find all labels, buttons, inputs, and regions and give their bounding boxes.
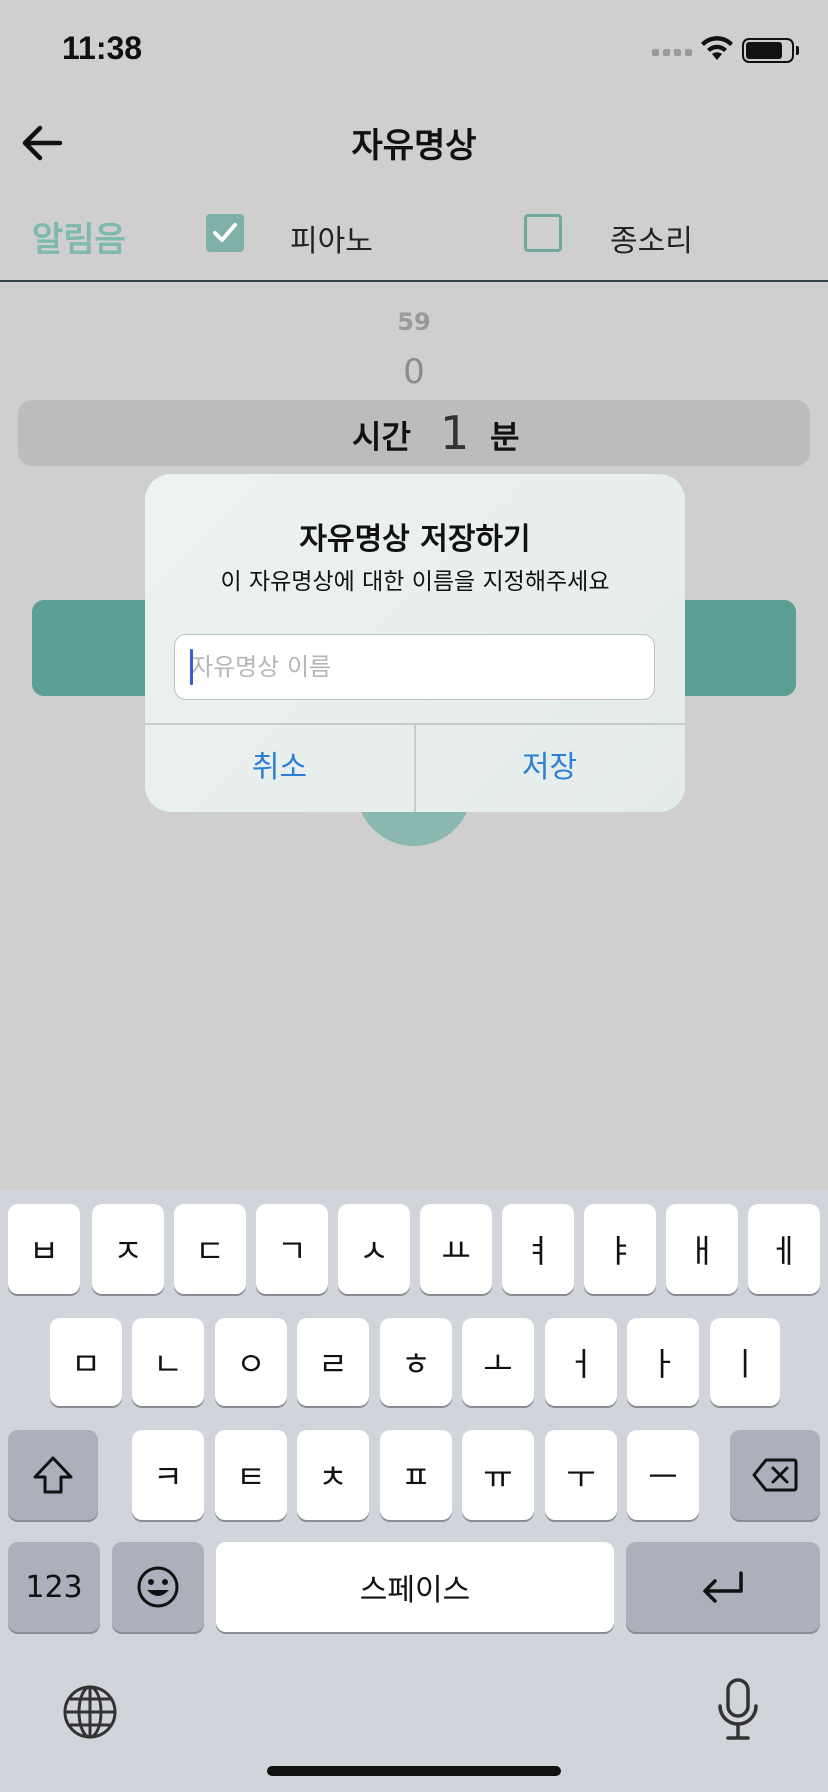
key[interactable]: ㅊ <box>297 1430 369 1520</box>
key[interactable]: ㅇ <box>215 1318 287 1406</box>
key[interactable]: ㅣ <box>710 1318 780 1406</box>
emoji-key[interactable] <box>112 1542 204 1632</box>
key[interactable]: ㅌ <box>215 1430 287 1520</box>
key[interactable]: ㅗ <box>462 1318 534 1406</box>
key[interactable]: ㅁ <box>50 1318 122 1406</box>
key[interactable]: ㅐ <box>666 1204 738 1294</box>
delete-key[interactable] <box>730 1430 820 1520</box>
delete-icon <box>752 1458 798 1492</box>
return-icon <box>703 1571 743 1603</box>
globe-icon[interactable] <box>62 1684 118 1744</box>
picker-hour-label: 시간 <box>352 418 411 456</box>
key[interactable]: ㅡ <box>627 1430 699 1520</box>
dialog-message: 이 자유명상에 대한 이름을 지정해주세요 <box>220 569 610 595</box>
piano-checkbox[interactable] <box>206 214 244 252</box>
key[interactable]: ㅑ <box>584 1204 656 1294</box>
microphone-icon[interactable] <box>716 1678 760 1746</box>
save-dialog: 자유명상 저장하기 이 자유명상에 대한 이름을 지정해주세요 취소 저장 <box>145 474 685 812</box>
dialog-title: 자유명상 저장하기 <box>299 522 531 557</box>
shift-icon <box>33 1456 73 1494</box>
emoji-icon <box>137 1566 179 1608</box>
key[interactable]: ㅠ <box>462 1430 534 1520</box>
piano-label: 피아노 <box>290 224 373 259</box>
picker-value-above-2: 59 <box>397 308 431 336</box>
save-button[interactable]: 저장 <box>415 724 684 812</box>
header-divider <box>0 280 828 282</box>
picker-selection-band[interactable] <box>18 400 810 466</box>
checkmark-icon <box>213 223 237 242</box>
text-cursor <box>190 649 193 685</box>
key[interactable]: ㄷ <box>174 1204 246 1294</box>
alarm-sound-label: 알림음 <box>32 220 126 260</box>
key[interactable]: ㅅ <box>338 1204 410 1294</box>
key[interactable]: ㅓ <box>545 1318 617 1406</box>
key[interactable]: ㅎ <box>380 1318 452 1406</box>
status-time: 11:38 <box>62 30 143 66</box>
page-title: 자유명상 <box>351 126 477 166</box>
shift-key[interactable] <box>8 1430 98 1520</box>
key[interactable]: ㄴ <box>132 1318 204 1406</box>
key[interactable]: ㅍ <box>380 1430 452 1520</box>
space-key[interactable]: 스페이스 <box>216 1542 614 1632</box>
return-key[interactable] <box>626 1542 820 1632</box>
cancel-button[interactable]: 취소 <box>145 724 414 812</box>
meditation-name-input[interactable] <box>174 634 655 700</box>
wifi-icon <box>700 36 734 66</box>
home-indicator <box>267 1766 561 1776</box>
bell-label: 종소리 <box>610 224 693 259</box>
picker-selected-value[interactable]: 1 <box>440 406 469 460</box>
numbers-key[interactable]: 123 <box>8 1542 100 1632</box>
battery-icon <box>742 38 794 63</box>
key[interactable]: ㅂ <box>8 1204 80 1294</box>
cellular-signal-icon <box>652 49 692 57</box>
key[interactable]: ㅛ <box>420 1204 492 1294</box>
picker-value-above-1: 0 <box>403 352 425 392</box>
key[interactable]: ㅔ <box>748 1204 820 1294</box>
key[interactable]: ㅋ <box>132 1430 204 1520</box>
key[interactable]: ㄱ <box>256 1204 328 1294</box>
key[interactable]: ㅕ <box>502 1204 574 1294</box>
key[interactable]: ㄹ <box>297 1318 369 1406</box>
key[interactable]: ㅏ <box>627 1318 699 1406</box>
picker-minute-label: 분 <box>490 418 520 456</box>
battery-cap <box>796 46 799 55</box>
bell-checkbox[interactable] <box>524 214 562 252</box>
key[interactable]: ㅜ <box>545 1430 617 1520</box>
key[interactable]: ㅈ <box>92 1204 164 1294</box>
